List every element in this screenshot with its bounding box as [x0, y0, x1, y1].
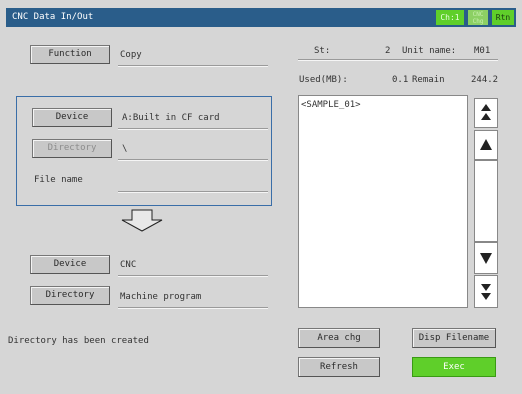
unit-name-value: M01: [474, 46, 491, 56]
file-list-item[interactable]: <SAMPLE_01>: [301, 100, 361, 110]
refresh-button[interactable]: Refresh: [298, 357, 380, 377]
scroll-track[interactable]: [474, 160, 498, 242]
status-underline: [298, 60, 498, 61]
station-value: 2: [385, 46, 391, 56]
cnc-chg-button[interactable]: CNC Chg: [468, 10, 488, 25]
function-underline: [118, 66, 268, 67]
used-label: Used(MB):: [299, 75, 348, 85]
unit-name-label: Unit name:: [402, 46, 457, 56]
up-arrow-icon: [480, 139, 492, 150]
channel-indicator[interactable]: Ch:1: [436, 10, 464, 25]
exec-button[interactable]: Exec: [412, 357, 496, 377]
source-directory-underline: [118, 160, 268, 161]
disp-filename-button[interactable]: Disp Filename: [412, 328, 496, 348]
function-button[interactable]: Function: [30, 45, 110, 64]
double-down-arrow-icon: [481, 284, 491, 300]
used-value: 0.1: [392, 75, 409, 85]
file-list[interactable]: <SAMPLE_01>: [298, 95, 468, 308]
scroll-top-button[interactable]: [474, 98, 498, 128]
dest-device-button[interactable]: Device: [30, 255, 110, 274]
title-bar: CNC Data In/Out Ch:1 CNC Chg Rtn: [6, 8, 516, 27]
scroll-down-button[interactable]: [474, 242, 498, 274]
area-chg-button[interactable]: Area chg: [298, 328, 380, 348]
scroll-up-button[interactable]: [474, 130, 498, 160]
status-message: Directory has been created: [8, 336, 149, 346]
double-up-arrow-icon: [481, 104, 491, 120]
dest-directory-value: Machine program: [120, 292, 202, 302]
remain-label: Remain: [412, 75, 445, 85]
source-device-button[interactable]: Device: [32, 108, 112, 127]
source-directory-button[interactable]: Directory: [32, 139, 112, 158]
remain-value: 244.2: [471, 75, 499, 85]
function-value: Copy: [120, 50, 142, 60]
return-button[interactable]: Rtn: [492, 10, 514, 25]
scroll-bottom-button[interactable]: [474, 275, 498, 308]
window-title: CNC Data In/Out: [12, 12, 94, 22]
down-arrow-icon: [480, 253, 492, 264]
source-device-underline: [118, 129, 268, 130]
source-directory-value: \: [122, 144, 128, 154]
down-arrow-icon: [121, 209, 163, 232]
dest-device-value: CNC: [120, 260, 137, 270]
dest-directory-button[interactable]: Directory: [30, 286, 110, 305]
dest-directory-underline: [118, 308, 268, 309]
file-name-underline: [118, 192, 268, 193]
source-device-value: A:Built in CF card: [122, 113, 220, 123]
station-label: St:: [314, 46, 331, 56]
file-name-label: File name: [34, 175, 83, 185]
dest-device-underline: [118, 276, 268, 277]
